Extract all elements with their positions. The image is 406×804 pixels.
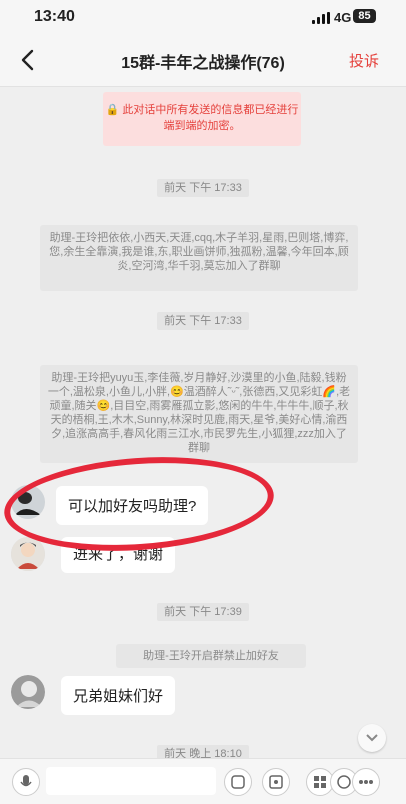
- more-button[interactable]: [352, 768, 380, 796]
- nav-bar: 15群-丰年之战操作(76) 投诉: [0, 34, 406, 87]
- clock: 13:40: [34, 8, 75, 25]
- annotation-circle: [1, 448, 277, 560]
- system-message: 助理-王玲把依依,小西天,天涯,cqq,木子羊羽,星雨,巴则塔,博弈,您,余生全…: [40, 225, 358, 291]
- microphone-icon: [20, 775, 32, 787]
- message-bubble[interactable]: 兄弟姐妹们好: [61, 676, 176, 715]
- image-icon: [269, 775, 283, 789]
- chevron-down-icon: [366, 734, 378, 742]
- sticker-icon: [231, 775, 245, 789]
- emoji-button[interactable]: [224, 768, 252, 796]
- more-icon: [359, 780, 373, 784]
- signal-icon: [312, 12, 330, 24]
- avatar[interactable]: [11, 537, 45, 571]
- battery-icon: 85: [353, 9, 376, 23]
- network-type: 4G: [334, 10, 352, 25]
- system-message: 助理-王玲把yuyu玉,李佳薇,岁月静好,沙漠里的小鱼,陆毅,钱粉一个,温松泉,…: [40, 365, 358, 463]
- chat-title: 15群-丰年之战操作(76): [121, 55, 285, 72]
- timestamp: 前天 下午 17:39: [0, 603, 406, 621]
- status-bar: 13:40 4G 85: [0, 0, 406, 34]
- timestamp: 前天 下午 17:33: [0, 312, 406, 330]
- input-bar: [0, 758, 406, 804]
- avatar[interactable]: [11, 675, 45, 709]
- timestamp: 前天 下午 17:33: [0, 179, 406, 197]
- encryption-notice: 🔒 此对话中所有发送的信息都已经进行端到端的加密。: [103, 92, 301, 146]
- scroll-down-button[interactable]: [358, 724, 386, 752]
- system-message: 助理-王玲开启群禁止加好友: [116, 644, 306, 668]
- complain-button[interactable]: 投诉: [349, 50, 379, 71]
- message-input[interactable]: [46, 767, 216, 795]
- image-button[interactable]: [262, 768, 290, 796]
- voice-button[interactable]: [12, 768, 40, 796]
- back-arrow-icon[interactable]: [14, 46, 42, 74]
